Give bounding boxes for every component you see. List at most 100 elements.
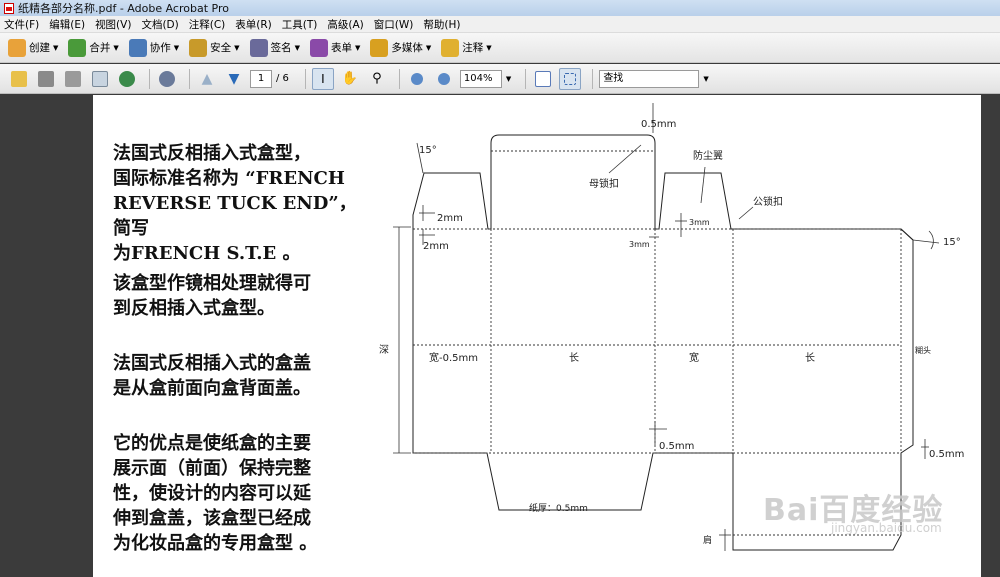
zoom-tool-button[interactable]: ⚲: [366, 68, 388, 90]
collaborate-icon: [128, 38, 147, 57]
hand-tool-button[interactable]: ✋: [339, 68, 361, 90]
open-button[interactable]: [8, 68, 30, 90]
email-button[interactable]: [89, 68, 111, 90]
create-button[interactable]: 创建 ▼: [8, 38, 59, 57]
menu-forms[interactable]: 表单(R): [235, 17, 272, 32]
fit-page-button[interactable]: [532, 68, 554, 90]
glue-flap-outline: [900, 228, 914, 241]
chevron-down-icon[interactable]: ▼: [703, 75, 708, 83]
label-3mm-right: 3mm: [689, 218, 710, 227]
combine-label: 合并: [89, 42, 111, 54]
full-screen-icon: [564, 72, 577, 85]
label-female-lock: 母锁扣: [589, 177, 619, 190]
menu-help[interactable]: 帮助(H): [423, 17, 460, 32]
share-button[interactable]: [116, 68, 138, 90]
watermark-url: jingyan.baidu.com: [831, 521, 942, 535]
document-area[interactable]: 法国式反相插入式盒型， 国际标准名称为 “FRENCH REVERSE TUCK…: [0, 95, 1000, 577]
zoom-in-button[interactable]: [433, 68, 455, 90]
chevron-down-icon: ▼: [486, 43, 492, 52]
full-screen-button[interactable]: [559, 67, 582, 90]
lock-icon: [189, 38, 208, 57]
menu-tools[interactable]: 工具(T): [282, 17, 318, 32]
label-angle-top: 15°: [419, 145, 437, 156]
attach-button[interactable]: [156, 68, 178, 90]
chevron-down-icon: ▼: [354, 43, 361, 52]
menu-bar: 文件(F) 编辑(E) 视图(V) 文档(D) 注释(C) 表单(R) 工具(T…: [0, 16, 1000, 33]
menu-comments[interactable]: 注释(C): [189, 17, 226, 32]
pdf-page: 法国式反相插入式盒型， 国际标准名称为 “FRENCH REVERSE TUCK…: [93, 95, 981, 577]
label-thickness: 纸厚：0.5mm: [529, 502, 588, 514]
collaborate-label: 协作: [149, 42, 171, 54]
page-number-input[interactable]: 1: [250, 69, 272, 88]
plus-circle-icon: [437, 72, 450, 85]
save-button[interactable]: [62, 68, 84, 90]
label-depth: 深: [379, 344, 389, 356]
label-mid-gap: 0.5mm: [659, 441, 694, 452]
chevron-down-icon[interactable]: ▼: [506, 75, 511, 83]
pdf-app-icon: [4, 2, 14, 14]
tasks-toolbar: 创建 ▼ 合并 ▼ 协作 ▼ 安全 ▼ 签名 ▼ 表单 ▼ 多媒体 ▼ 注释 ▼: [0, 33, 1000, 63]
fit-page-icon: [535, 70, 552, 87]
label-male-lock: 公锁扣: [753, 195, 783, 208]
chevron-down-icon: ▼: [53, 43, 59, 52]
combine-icon: [68, 38, 87, 57]
comment-icon: [441, 38, 460, 57]
label-angle-right: 15°: [943, 237, 961, 248]
chevron-down-icon: ▼: [425, 43, 432, 52]
chevron-down-icon: ▼: [113, 43, 119, 52]
label-right-gap: 0.5mm: [929, 449, 964, 460]
label-length-1: 长: [569, 352, 579, 364]
menu-edit[interactable]: 编辑(E): [49, 17, 85, 32]
toolbar-separator: [398, 68, 400, 89]
paperclip-icon: [159, 70, 175, 87]
label-2mm-upper: 2mm: [437, 213, 463, 224]
toolbar-separator: [592, 68, 594, 89]
forms-button[interactable]: 表单 ▼: [309, 38, 361, 57]
comment-button[interactable]: 注释 ▼: [441, 38, 492, 57]
magnifier-icon: ⚲: [372, 71, 382, 86]
envelope-icon: [92, 70, 108, 87]
label-glue-flap: 糊头: [915, 345, 931, 355]
minus-circle-icon: [410, 72, 423, 85]
toolbar-separator: [525, 68, 527, 89]
chevron-down-icon: ▼: [294, 43, 300, 52]
printer-icon: [38, 70, 54, 87]
menu-window[interactable]: 窗口(W): [374, 17, 414, 32]
menu-file[interactable]: 文件(F): [4, 17, 39, 32]
create-icon: [8, 38, 26, 57]
menu-document[interactable]: 文档(D): [141, 17, 178, 32]
find-input[interactable]: 查找: [599, 69, 700, 88]
form-icon: [309, 38, 328, 57]
title-bar: 纸精各部分名称.pdf - Adobe Acrobat Pro: [0, 0, 1000, 16]
next-page-button[interactable]: ▼: [223, 68, 245, 90]
toolbar-separator: [189, 68, 190, 89]
zoom-level-field[interactable]: 104%: [459, 69, 502, 88]
pen-icon: [249, 38, 268, 57]
sign-button[interactable]: 签名 ▼: [249, 38, 300, 57]
combine-button[interactable]: 合并 ▼: [68, 38, 119, 57]
zoom-out-button[interactable]: [406, 68, 428, 90]
multimedia-label: 多媒体: [391, 42, 423, 54]
label-3mm-left: 3mm: [629, 240, 650, 249]
label-top-gap: 0.5mm: [641, 119, 676, 130]
previous-page-button[interactable]: ▲: [196, 68, 218, 90]
label-length-2: 长: [805, 352, 815, 364]
print-button[interactable]: [35, 68, 57, 90]
menu-view[interactable]: 视图(V): [95, 17, 131, 32]
menu-advanced[interactable]: 高级(A): [327, 17, 363, 32]
folder-icon: [11, 70, 27, 87]
toolbar-separator: [149, 68, 150, 89]
comment-label: 注释: [462, 42, 484, 54]
create-label: 创建: [29, 42, 50, 54]
page-total: / 6: [276, 73, 289, 84]
collaborate-button[interactable]: 协作 ▼: [128, 38, 179, 57]
navigation-toolbar: ▲ ▼ 1 / 6 I ✋ ⚲ 104% ▼ 查找 ▼: [0, 64, 1000, 94]
label-width: 宽: [689, 351, 699, 364]
select-tool-button[interactable]: I: [311, 67, 334, 90]
multimedia-button[interactable]: 多媒体 ▼: [370, 38, 432, 57]
hand-icon: ✋: [341, 71, 359, 86]
globe-icon: [119, 70, 135, 87]
secure-button[interactable]: 安全 ▼: [189, 38, 240, 57]
multimedia-icon: [370, 38, 389, 57]
arrow-up-icon: ▲: [201, 70, 213, 87]
